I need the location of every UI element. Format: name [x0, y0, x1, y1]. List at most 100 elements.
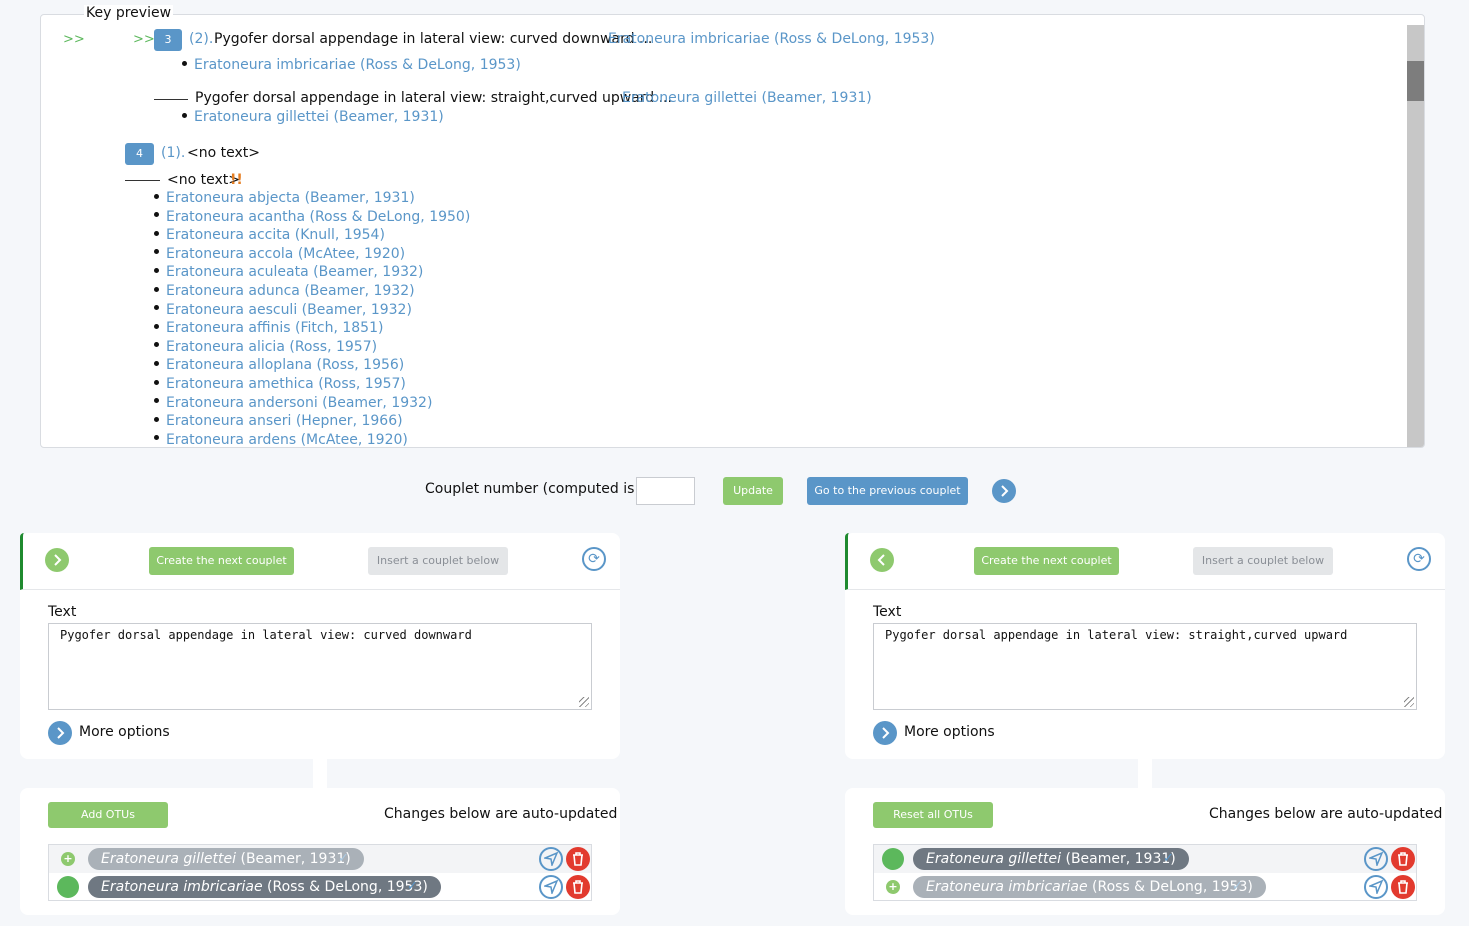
otu-link[interactable]: Eratoneura aesculi (Beamer, 1932) — [166, 302, 412, 318]
list-item: Eratoneura andersoni (Beamer, 1932) — [154, 395, 432, 411]
couplet-4-warning-badge: !! — [230, 172, 243, 188]
resize-handle[interactable] — [1404, 697, 1414, 707]
bullet — [154, 193, 159, 199]
couplet-3-lead-2-otu-link[interactable]: Eratoneura gillettei (Beamer, 1931) — [622, 90, 872, 106]
left-lead-header — [20, 533, 620, 590]
right-lead-back-button[interactable] — [870, 548, 894, 572]
otu-author: (Ross & DeLong, 1953) — [1092, 879, 1253, 895]
preview-scrollbar-thumb[interactable] — [1407, 61, 1424, 101]
previous-couplet-button[interactable]: Go to the previous couplet — [807, 477, 968, 505]
otu-link[interactable]: Eratoneura alloplana (Ross, 1956) — [166, 357, 404, 373]
key-preview-legend: Key preview — [84, 5, 174, 21]
add-otu-icon[interactable]: + — [61, 852, 75, 866]
right-text-label: Text — [873, 604, 902, 620]
bullet — [154, 286, 159, 292]
left-lead-expand-button[interactable] — [45, 548, 69, 572]
left-text-label: Text — [48, 604, 77, 620]
bullet — [154, 323, 159, 329]
table-row: + Eratoneura gillettei (Beamer, 1931) ✓ — [49, 845, 591, 873]
otu-name: Eratoneura imbricariae — [926, 879, 1088, 895]
otu-navigate-button[interactable] — [539, 847, 563, 871]
right-lead-header — [845, 533, 1445, 590]
current-couplet-marker-inner: >> — [133, 32, 155, 47]
otu-link[interactable]: Eratoneura adunca (Beamer, 1932) — [166, 283, 415, 299]
preview-scrollbar[interactable] — [1407, 25, 1424, 447]
bullet — [154, 435, 159, 441]
right-more-options-label[interactable]: More options — [904, 724, 995, 740]
list-item: Eratoneura accita (Knull, 1954) — [154, 227, 385, 243]
right-otus-panel: Reset all OTUs Changes below are auto-up… — [845, 788, 1445, 915]
next-couplet-button[interactable] — [992, 479, 1016, 503]
reset-all-otus-button[interactable]: Reset all OTUs — [873, 802, 993, 828]
right-text-field[interactable]: Pygofer dorsal appendage in lateral view… — [873, 623, 1417, 710]
list-item: Eratoneura abjecta (Beamer, 1931) — [154, 190, 415, 206]
otu-included-indicator[interactable] — [882, 848, 904, 870]
otu-link[interactable]: Eratoneura ardens (McAtee, 1920) — [166, 432, 408, 447]
couplet-3-lead-2-bullet-otu[interactable]: Eratoneura gillettei (Beamer, 1931) — [194, 109, 444, 125]
couplet-4-lead-1-text: <no text> — [187, 145, 260, 161]
list-item: Eratoneura accola (McAtee, 1920) — [154, 246, 405, 262]
lead-line — [154, 99, 188, 100]
add-otu-icon[interactable]: + — [886, 880, 900, 894]
otu-included-indicator[interactable] — [57, 876, 79, 898]
left-more-options-label[interactable]: More options — [79, 724, 170, 740]
otu-link[interactable]: Eratoneura aculeata (Beamer, 1932) — [166, 264, 423, 280]
couplet-3-lead-1-otu-link[interactable]: Eratoneura imbricariae (Ross & DeLong, 1… — [608, 31, 935, 47]
couplet-3-number-badge[interactable]: 3 — [154, 29, 182, 51]
list-item: Eratoneura affinis (Fitch, 1851) — [154, 320, 383, 336]
list-item: Eratoneura alloplana (Ross, 1956) — [154, 357, 404, 373]
check-icon: ✓ — [338, 851, 349, 866]
otu-link[interactable]: Eratoneura alicia (Ross, 1957) — [166, 339, 377, 355]
otu-link[interactable]: Eratoneura amethica (Ross, 1957) — [166, 376, 406, 392]
otu-link[interactable]: Eratoneura acantha (Ross & DeLong, 1950) — [166, 209, 470, 225]
list-item: Eratoneura gillettei (Beamer, 1931) — [182, 109, 444, 125]
trash-icon — [573, 880, 583, 894]
otu-navigate-button[interactable] — [539, 875, 563, 899]
left-text-field[interactable]: Pygofer dorsal appendage in lateral view… — [48, 623, 592, 710]
otu-link[interactable]: Eratoneura abjecta (Beamer, 1931) — [166, 190, 415, 206]
check-icon: ✓ — [1163, 851, 1174, 866]
trash-icon — [573, 852, 583, 866]
otu-delete-button[interactable] — [1391, 847, 1415, 871]
location-arrow-icon — [544, 880, 558, 894]
otu-navigate-button[interactable] — [1364, 847, 1388, 871]
right-insert-couplet-button[interactable]: Insert a couplet below — [1193, 547, 1333, 575]
couplet-3-lead-1-bullet-otu[interactable]: Eratoneura imbricariae (Ross & DeLong, 1… — [194, 57, 521, 73]
otu-pill: Eratoneura imbricariae (Ross & DeLong, 1… — [88, 876, 441, 898]
couplet-number-input[interactable] — [636, 477, 695, 505]
otu-name: Eratoneura gillettei — [926, 851, 1062, 867]
left-create-next-couplet-button[interactable]: Create the next couplet — [149, 547, 294, 575]
resize-handle[interactable] — [579, 697, 589, 707]
otu-delete-button[interactable] — [566, 847, 590, 871]
otu-link[interactable]: Eratoneura andersoni (Beamer, 1932) — [166, 395, 432, 411]
otu-author: (Ross & DeLong, 1953) — [267, 879, 428, 895]
couplet-3-parent-link[interactable]: (2). — [189, 31, 213, 47]
bullet — [154, 305, 159, 311]
check-icon: ✓ — [1232, 879, 1243, 894]
right-create-next-couplet-button[interactable]: Create the next couplet — [974, 547, 1119, 575]
list-item: Eratoneura adunca (Beamer, 1932) — [154, 283, 415, 299]
couplet-4-parent-link[interactable]: (1). — [161, 145, 185, 161]
otu-link[interactable]: Eratoneura affinis (Fitch, 1851) — [166, 320, 383, 336]
otu-delete-button[interactable] — [566, 875, 590, 899]
otu-link[interactable]: Eratoneura accita (Knull, 1954) — [166, 227, 385, 243]
otu-delete-button[interactable] — [1391, 875, 1415, 899]
couplet-4-number-badge[interactable]: 4 — [125, 143, 154, 165]
add-otus-button[interactable]: Add OTUs — [48, 802, 168, 828]
list-item: Eratoneura ardens (McAtee, 1920) — [154, 432, 408, 447]
right-more-options-toggle[interactable] — [873, 721, 897, 745]
update-button[interactable]: Update — [723, 477, 783, 505]
couplet-3-lead-2-text: Pygofer dorsal appendage in lateral view… — [195, 90, 672, 106]
right-otu-table: Eratoneura gillettei (Beamer, 1931) ✓ + … — [873, 844, 1417, 901]
otu-link[interactable]: Eratoneura anseri (Hepner, 1966) — [166, 413, 403, 429]
left-insert-couplet-button[interactable]: Insert a couplet below — [368, 547, 508, 575]
otu-navigate-button[interactable] — [1364, 875, 1388, 899]
couplet-number-label: Couplet number (computed is 3): — [425, 481, 658, 497]
left-refresh-icon[interactable]: ⟳ — [582, 547, 606, 571]
otu-name: Eratoneura gillettei — [101, 851, 237, 867]
right-text-value: Pygofer dorsal appendage in lateral view… — [885, 628, 1348, 642]
otu-link[interactable]: Eratoneura accola (McAtee, 1920) — [166, 246, 405, 262]
table-row: Eratoneura gillettei (Beamer, 1931) ✓ — [874, 845, 1416, 873]
right-refresh-icon[interactable]: ⟳ — [1407, 547, 1431, 571]
left-more-options-toggle[interactable] — [48, 721, 72, 745]
